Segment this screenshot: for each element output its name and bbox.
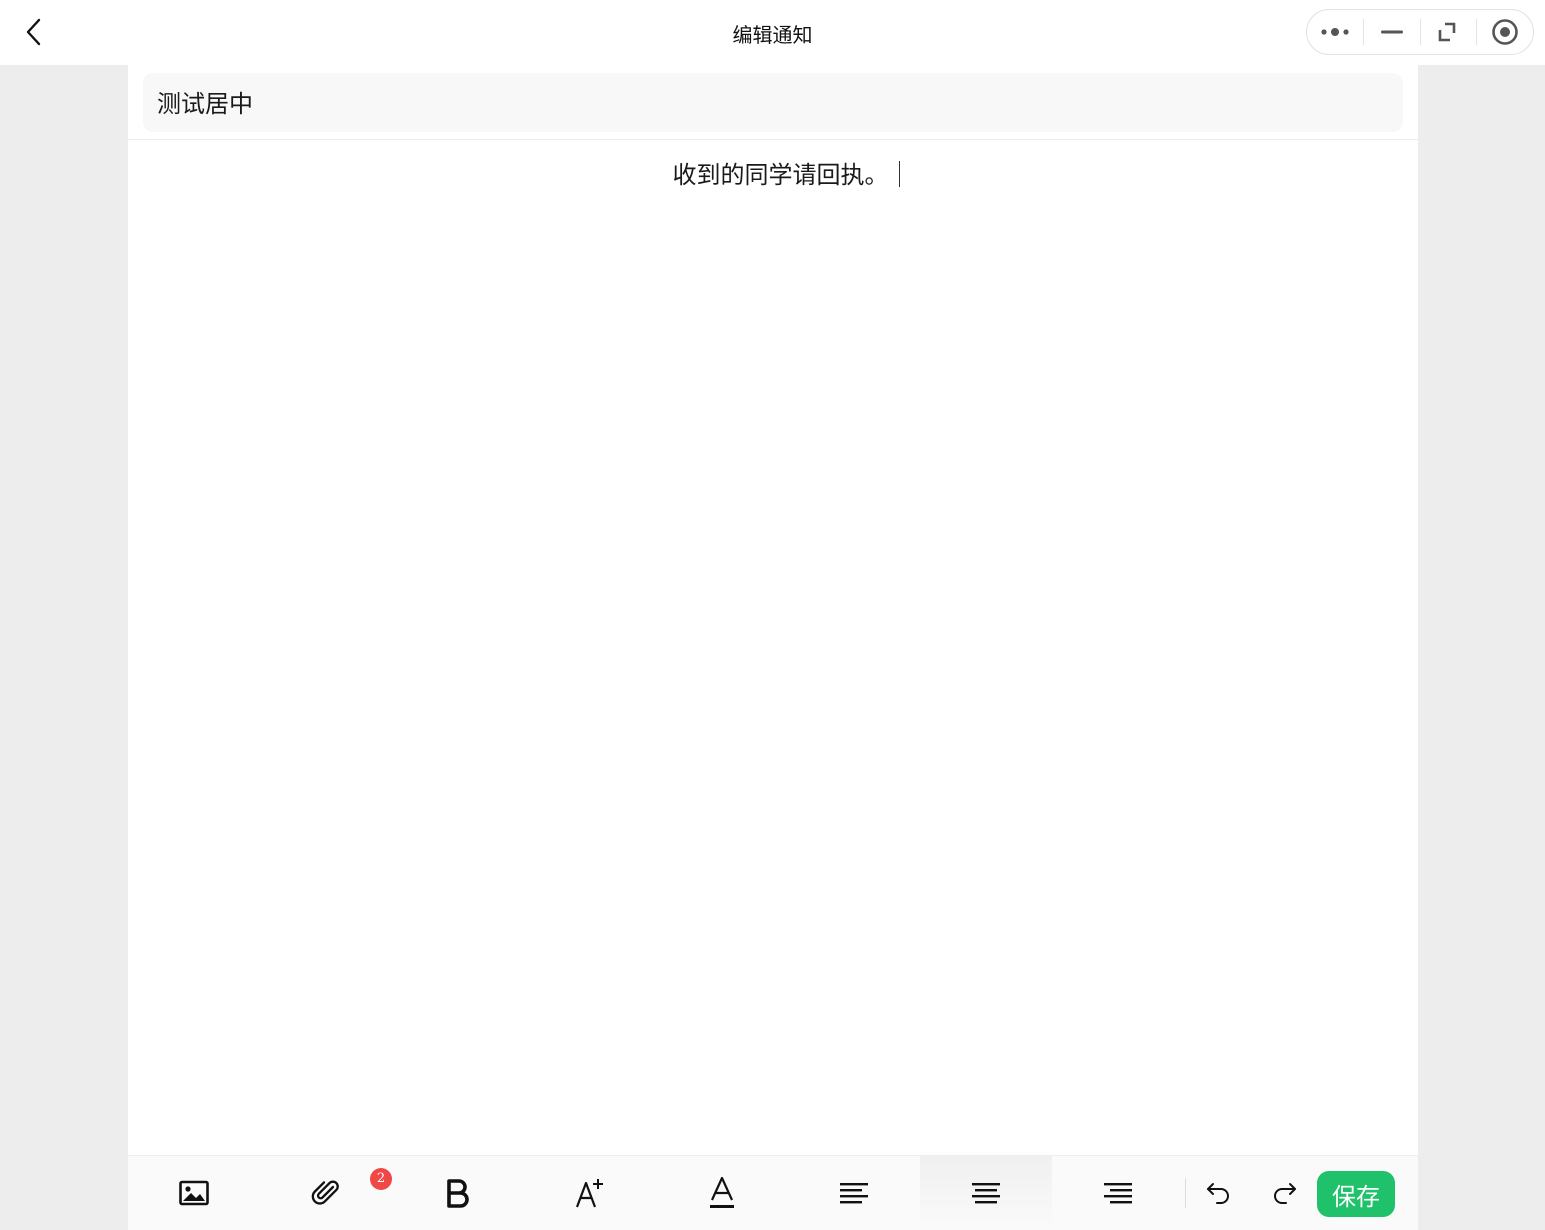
more-icon — [1321, 28, 1349, 36]
image-icon — [179, 1180, 209, 1206]
text-caret — [898, 161, 900, 187]
font-color-button[interactable] — [656, 1156, 788, 1230]
paperclip-icon — [311, 1180, 339, 1205]
close-button[interactable] — [1477, 10, 1533, 54]
align-left-icon — [840, 1183, 868, 1204]
redo-button[interactable] — [1251, 1156, 1317, 1230]
undo-icon — [1207, 1183, 1229, 1204]
align-right-button[interactable] — [1052, 1156, 1184, 1230]
save-button[interactable]: 保存 — [1317, 1171, 1395, 1217]
bold-icon — [447, 1179, 469, 1208]
mini-program-capsule — [1306, 9, 1534, 55]
attachment-count-badge: 2 — [370, 1168, 392, 1190]
align-center-icon — [972, 1183, 1000, 1204]
insert-image-button[interactable] — [128, 1156, 260, 1230]
attachment-button[interactable] — [260, 1156, 392, 1230]
minimize-icon — [1380, 30, 1403, 34]
minimize-button[interactable] — [1364, 10, 1420, 54]
notice-body-editor[interactable]: 收到的同学请回执。 — [128, 155, 1418, 1155]
navigation-bar: 编辑通知 — [0, 0, 1545, 65]
title-field-container — [143, 73, 1403, 132]
font-size-button[interactable] — [524, 1156, 656, 1230]
bold-button[interactable] — [392, 1156, 524, 1230]
more-button[interactable] — [1307, 10, 1363, 54]
align-left-button[interactable] — [788, 1156, 920, 1230]
record-icon — [1492, 19, 1518, 45]
format-toolbar: 2 保存 — [128, 1155, 1418, 1230]
body-text: 收到的同学请回执。 — [672, 161, 889, 189]
resize-button[interactable] — [1421, 10, 1477, 54]
align-right-icon — [1104, 1183, 1132, 1204]
resize-icon — [1439, 22, 1456, 42]
notice-title-input[interactable] — [157, 87, 1357, 115]
title-divider — [128, 139, 1418, 140]
redo-icon — [1274, 1183, 1296, 1204]
undo-button[interactable] — [1186, 1156, 1252, 1230]
editor-page: 收到的同学请回执。 2 — [128, 65, 1418, 1230]
font-size-increase-icon — [575, 1179, 603, 1208]
align-center-button[interactable] — [920, 1156, 1052, 1230]
body-paragraph: 收到的同学请回执。 — [647, 155, 900, 190]
font-color-icon — [710, 1176, 734, 1208]
